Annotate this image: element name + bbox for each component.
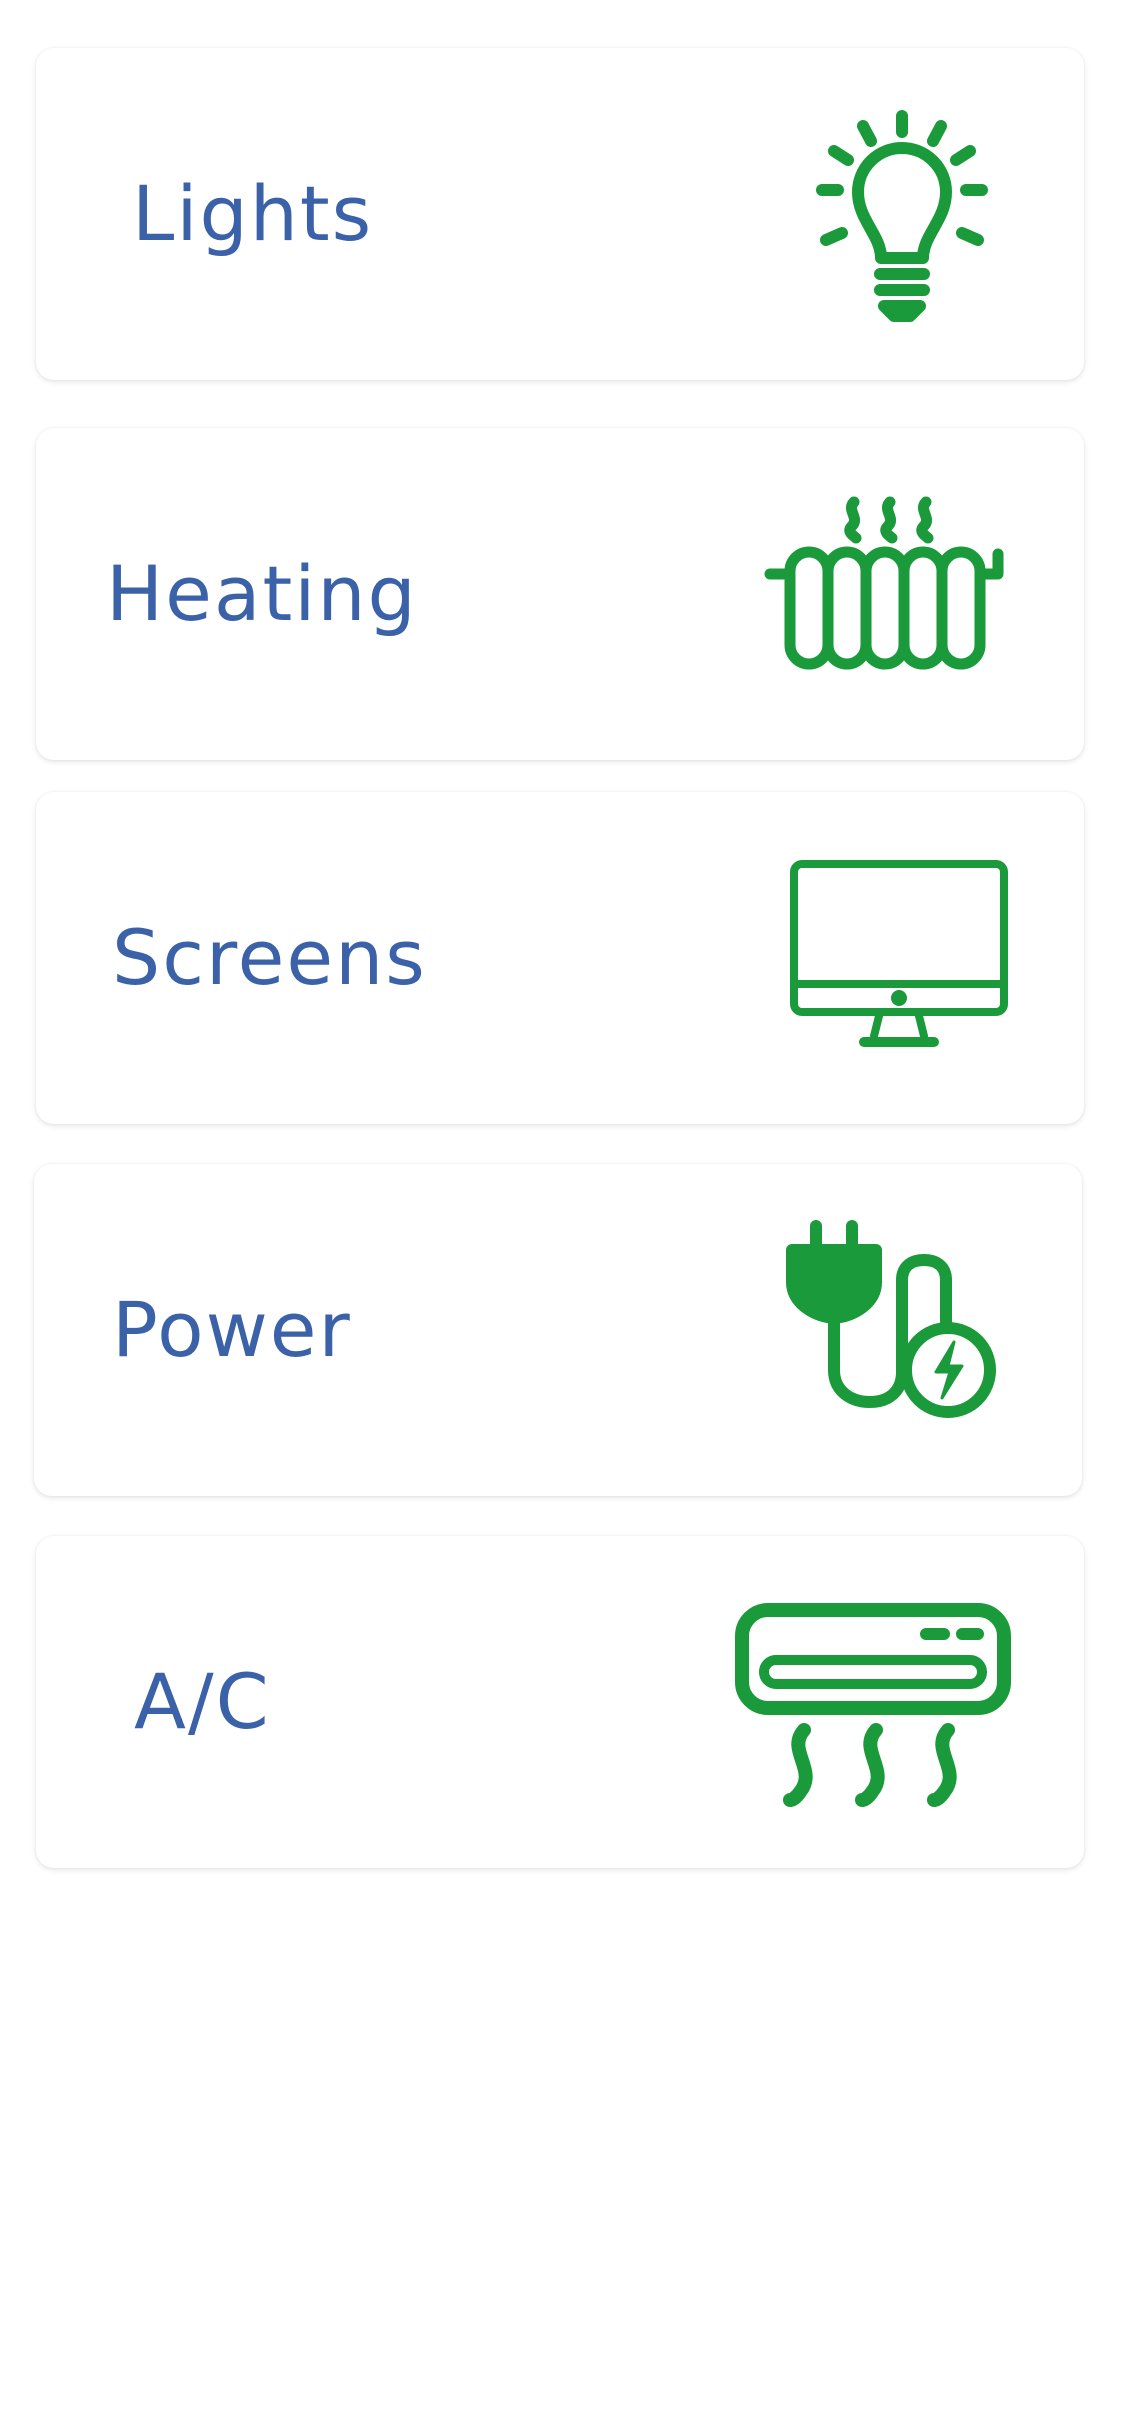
- power-plug-icon: [752, 1220, 1012, 1420]
- card-label: Screens: [112, 913, 427, 1002]
- card-label: A/C: [134, 1657, 271, 1746]
- air-conditioner-icon: [734, 1602, 1014, 1814]
- radiator-icon: [762, 496, 1012, 676]
- card-label: Lights: [132, 169, 374, 258]
- lightbulb-icon: [768, 110, 1008, 330]
- card-screens[interactable]: Screens: [36, 792, 1084, 1124]
- monitor-icon: [754, 858, 1010, 1058]
- card-lights[interactable]: Lights: [36, 48, 1084, 380]
- card-label: Power: [112, 1285, 352, 1374]
- card-ac[interactable]: A/C: [36, 1536, 1084, 1868]
- card-label: Heating: [106, 549, 418, 638]
- card-power[interactable]: Power: [34, 1164, 1082, 1496]
- card-heating[interactable]: Heating: [36, 428, 1084, 760]
